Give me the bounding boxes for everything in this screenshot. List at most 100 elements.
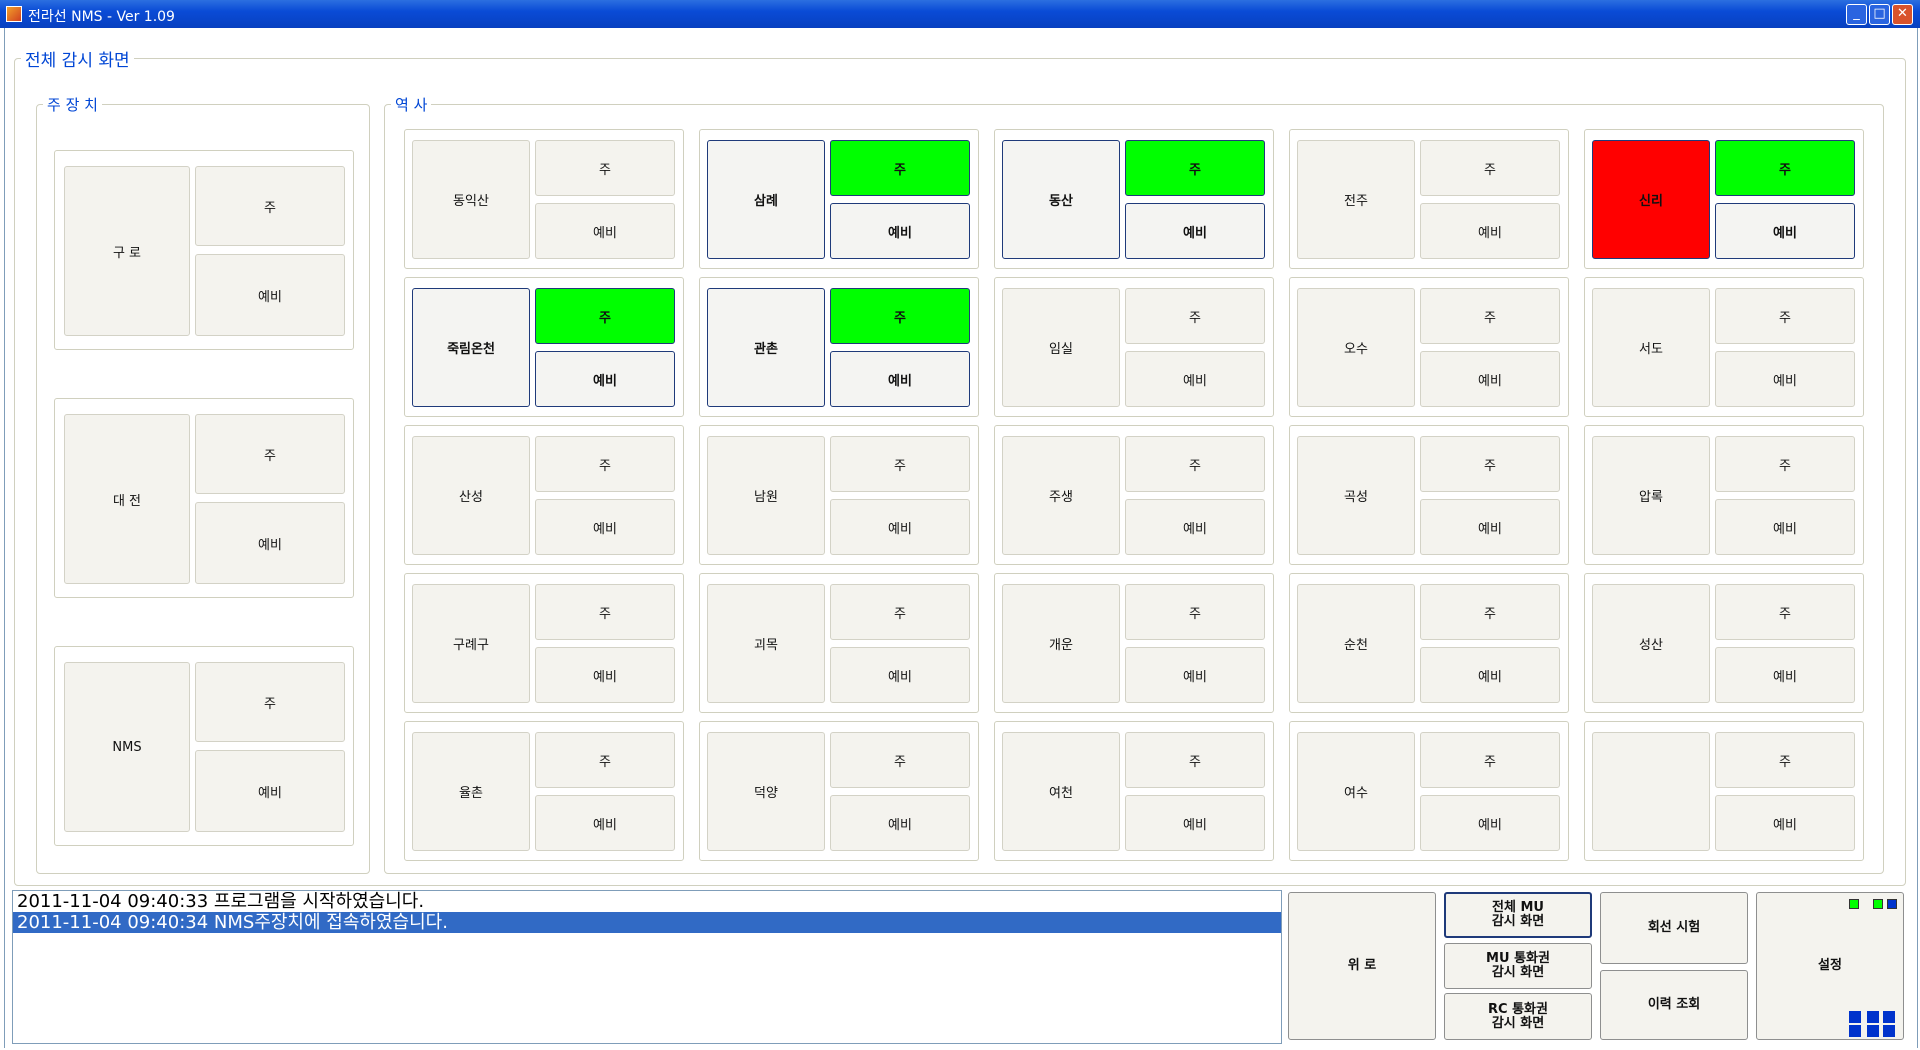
station-main-button[interactable]: 주	[1715, 584, 1855, 640]
station-main-button[interactable]: 주	[830, 732, 970, 788]
station-backup-button[interactable]: 예비	[1125, 203, 1265, 259]
close-button[interactable]: ✕	[1892, 4, 1913, 25]
station-group-title: 역 사	[395, 96, 428, 114]
station-main-button[interactable]: 주	[1420, 732, 1560, 788]
maximize-button[interactable]: □	[1869, 4, 1890, 25]
device-name-button[interactable]: NMS	[64, 662, 190, 832]
station-name-button[interactable]: 신리	[1592, 140, 1710, 259]
station-main-button[interactable]: 주	[830, 140, 970, 196]
station-name-button[interactable]: 주생	[1002, 436, 1120, 555]
station-main-button[interactable]: 주	[1420, 584, 1560, 640]
station-backup-button[interactable]: 예비	[535, 351, 675, 407]
settings-button[interactable]: 설정	[1756, 892, 1904, 1040]
station-backup-button[interactable]: 예비	[1125, 795, 1265, 851]
device-name-button[interactable]: 대 전	[64, 414, 190, 584]
station-backup-button[interactable]: 예비	[1420, 647, 1560, 703]
station-main-button[interactable]: 주	[1715, 732, 1855, 788]
station-name-button[interactable]: 동산	[1002, 140, 1120, 259]
station-backup-button[interactable]: 예비	[830, 499, 970, 555]
station-backup-button[interactable]: 예비	[1420, 795, 1560, 851]
station-main-button[interactable]: 주	[535, 140, 675, 196]
station-backup-button[interactable]: 예비	[1715, 647, 1855, 703]
station-name-button[interactable]: 곡성	[1297, 436, 1415, 555]
station-backup-button[interactable]: 예비	[830, 647, 970, 703]
station-backup-button[interactable]: 예비	[1715, 351, 1855, 407]
station-main-button[interactable]: 주	[830, 436, 970, 492]
station-name-button[interactable]: 순천	[1297, 584, 1415, 703]
station-main-button[interactable]: 주	[1715, 288, 1855, 344]
station-main-button[interactable]: 주	[830, 288, 970, 344]
station-name-button[interactable]: 삼례	[707, 140, 825, 259]
window-title: 전라선 NMS - Ver 1.09	[28, 9, 175, 25]
station-backup-button[interactable]: 예비	[1125, 647, 1265, 703]
station-main-button[interactable]: 주	[535, 732, 675, 788]
station-main-button[interactable]: 주	[535, 436, 675, 492]
station-name-button[interactable]: 괴목	[707, 584, 825, 703]
device-main-button[interactable]: 주	[195, 166, 345, 246]
station-main-button[interactable]: 주	[1125, 436, 1265, 492]
station-backup-button[interactable]: 예비	[1715, 203, 1855, 259]
all-mu-monitor-button[interactable]: 전체 MU 감시 화면	[1444, 892, 1592, 938]
station-backup-button[interactable]: 예비	[830, 351, 970, 407]
station-main-button[interactable]: 주	[1420, 436, 1560, 492]
station-name-button[interactable]: 관촌	[707, 288, 825, 407]
station-backup-button[interactable]: 예비	[535, 647, 675, 703]
station-main-button[interactable]: 주	[1125, 732, 1265, 788]
station-main-button[interactable]: 주	[1420, 140, 1560, 196]
station-backup-button[interactable]: 예비	[535, 499, 675, 555]
station-backup-button[interactable]: 예비	[1420, 499, 1560, 555]
station-name-button[interactable]: 개운	[1002, 584, 1120, 703]
station-name-button[interactable]: 임실	[1002, 288, 1120, 407]
station-main-button[interactable]: 주	[1125, 288, 1265, 344]
minimize-button[interactable]: _	[1846, 4, 1867, 25]
station-backup-button[interactable]: 예비	[1420, 351, 1560, 407]
device-name-button[interactable]: 구 로	[64, 166, 190, 336]
device-main-button[interactable]: 주	[195, 414, 345, 494]
station-backup-button[interactable]: 예비	[830, 795, 970, 851]
station-backup-button[interactable]: 예비	[1715, 795, 1855, 851]
rc-comm-monitor-button[interactable]: RC 통화권 감시 화면	[1444, 993, 1592, 1040]
station-backup-button[interactable]: 예비	[1125, 351, 1265, 407]
station-name-button[interactable]: 오수	[1297, 288, 1415, 407]
station-name-button[interactable]: 전주	[1297, 140, 1415, 259]
mu-comm-monitor-button[interactable]: MU 통화권 감시 화면	[1444, 943, 1592, 989]
device-backup-button[interactable]: 예비	[195, 750, 345, 832]
station-name-button[interactable]: 덕양	[707, 732, 825, 851]
device-backup-button[interactable]: 예비	[195, 502, 345, 584]
station-main-button[interactable]: 주	[535, 288, 675, 344]
station-name-button[interactable]: 동익산	[412, 140, 530, 259]
station-main-button[interactable]: 주	[1420, 288, 1560, 344]
line-test-button[interactable]: 회선 시험	[1600, 892, 1748, 964]
station-name-button[interactable]: 산성	[412, 436, 530, 555]
log-list[interactable]: 2011-11-04 09:40:33 프로그램을 시작하였습니다. 2011-…	[12, 890, 1282, 1044]
device-backup-button[interactable]: 예비	[195, 254, 345, 336]
station-main-button[interactable]: 주	[1125, 140, 1265, 196]
station-name-button[interactable]: 성산	[1592, 584, 1710, 703]
station-name-button[interactable]: 죽림온천	[412, 288, 530, 407]
station-name-button[interactable]: 남원	[707, 436, 825, 555]
station-name-button[interactable]	[1592, 732, 1710, 851]
station-name-button[interactable]: 여수	[1297, 732, 1415, 851]
station-name-button[interactable]: 구례구	[412, 584, 530, 703]
station-backup-button[interactable]: 예비	[535, 795, 675, 851]
station-backup-button[interactable]: 예비	[1125, 499, 1265, 555]
station-name-button[interactable]: 서도	[1592, 288, 1710, 407]
station-main-button[interactable]: 주	[1125, 584, 1265, 640]
history-button[interactable]: 이력 조회	[1600, 970, 1748, 1040]
station-main-button[interactable]: 주	[535, 584, 675, 640]
station-backup-button[interactable]: 예비	[1715, 499, 1855, 555]
station-main-button[interactable]: 주	[1715, 140, 1855, 196]
log-line[interactable]: 2011-11-04 09:40:33 프로그램을 시작하였습니다.	[13, 891, 1281, 912]
log-line-selected[interactable]: 2011-11-04 09:40:34 NMS주장치에 접속하였습니다.	[13, 912, 1281, 933]
scroll-up-button[interactable]: 위 로	[1288, 892, 1436, 1040]
station-backup-button[interactable]: 예비	[830, 203, 970, 259]
station-backup-button[interactable]: 예비	[535, 203, 675, 259]
station-name-button[interactable]: 율촌	[412, 732, 530, 851]
station-main-button[interactable]: 주	[1715, 436, 1855, 492]
grid-icon-cell	[1867, 1025, 1879, 1037]
station-name-button[interactable]: 여천	[1002, 732, 1120, 851]
device-main-button[interactable]: 주	[195, 662, 345, 742]
station-main-button[interactable]: 주	[830, 584, 970, 640]
station-backup-button[interactable]: 예비	[1420, 203, 1560, 259]
station-name-button[interactable]: 압록	[1592, 436, 1710, 555]
